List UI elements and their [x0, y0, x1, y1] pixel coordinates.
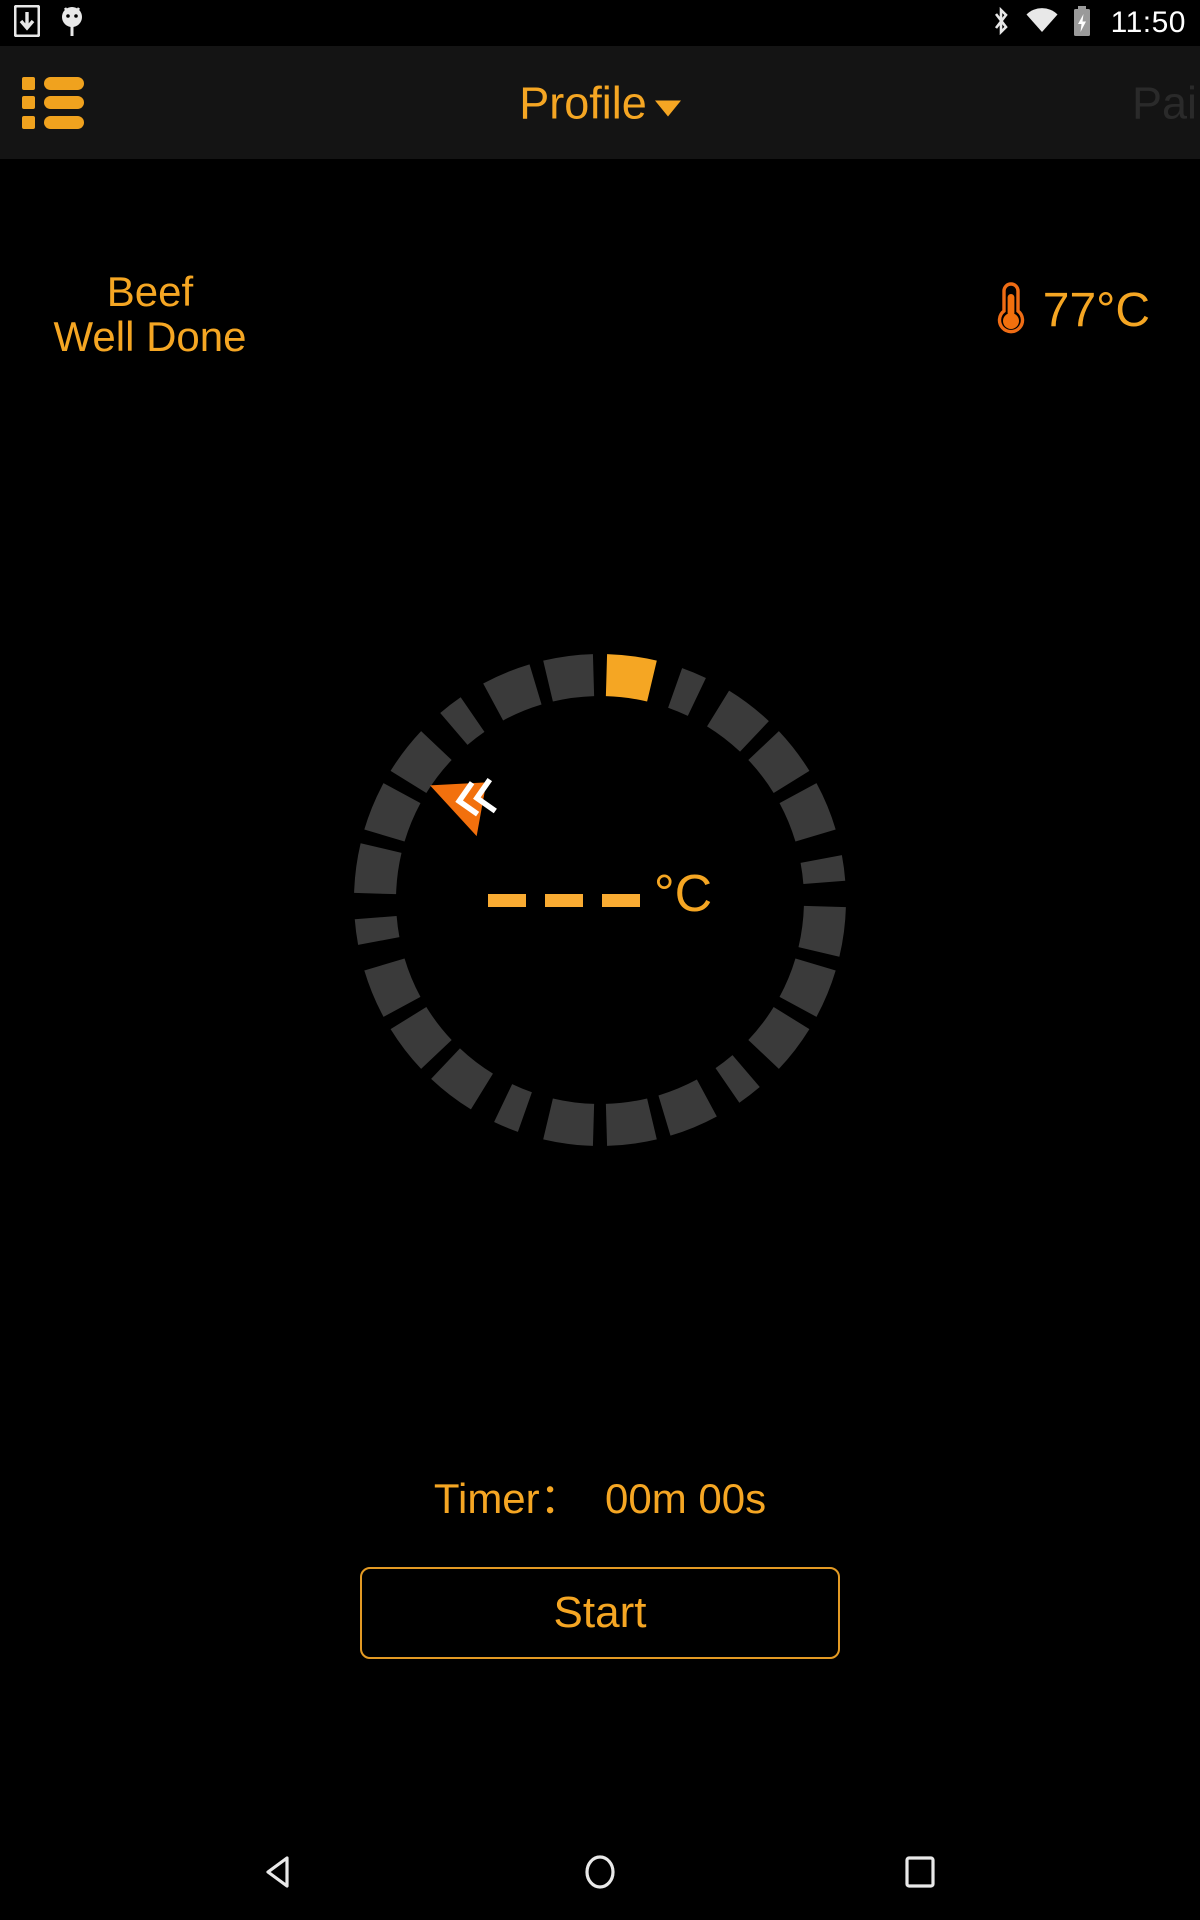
- gauge-segment: [748, 1007, 810, 1069]
- temperature-gauge[interactable]: °C: [0, 590, 1200, 1210]
- app-bar: Profile Pair: [0, 46, 1200, 160]
- gauge-segment: [354, 916, 400, 945]
- battery-charging-icon: [1072, 5, 1092, 42]
- pair-button[interactable]: Pair: [1132, 80, 1200, 125]
- thermometer-icon: [991, 280, 1031, 341]
- android-nav-bar: [0, 1824, 1200, 1920]
- gauge-segment: [431, 1048, 493, 1110]
- gauge-segment: [364, 783, 421, 842]
- recents-square-icon[interactable]: [899, 1851, 941, 1893]
- gauge-segment: [779, 958, 836, 1017]
- profile-summary: Beef Well Done 77°C: [0, 268, 1200, 380]
- gauge-segment: [668, 668, 706, 716]
- timer-row: Timer： 00m 00s: [0, 1478, 1200, 1520]
- profile-doneness-label: Well Done: [53, 312, 247, 360]
- target-temperature-value: 77°C: [1042, 283, 1150, 337]
- gauge-segment: [390, 1007, 452, 1069]
- gauge-segment: [658, 1079, 717, 1136]
- gauge-segment: [543, 1098, 595, 1146]
- gauge-segment: [543, 654, 595, 702]
- target-temperature: 77°C: [991, 280, 1150, 341]
- home-circle-icon[interactable]: [579, 1851, 621, 1893]
- gauge-segment: [440, 697, 485, 745]
- selected-profile[interactable]: Beef Well Done: [20, 268, 280, 360]
- gauge-segment: [364, 958, 421, 1017]
- status-bar-left-icons: [13, 4, 86, 42]
- gauge-segment: [798, 905, 846, 957]
- status-bar: 11:50: [0, 0, 1200, 46]
- chevron-down-icon: [654, 100, 681, 117]
- gauge-segment: [715, 1055, 760, 1103]
- gauge-segment: [494, 1084, 532, 1132]
- wifi-icon: [1025, 5, 1059, 42]
- gauge-segment: [605, 1098, 657, 1146]
- back-triangle-icon[interactable]: [259, 1851, 301, 1893]
- gauge-active-segment: [605, 654, 657, 702]
- gauge-ring: [354, 654, 846, 1146]
- timer-label: Timer：: [433, 1475, 582, 1522]
- gauge-segment: [390, 731, 452, 793]
- gauge-segment: [779, 783, 836, 842]
- timer-value: 00m 00s: [605, 1475, 767, 1522]
- android-debug-icon: [58, 5, 86, 42]
- download-icon: [13, 4, 41, 42]
- status-bar-right-icons: 11:50: [990, 5, 1186, 42]
- bluetooth-icon: [990, 5, 1012, 42]
- gauge-segment: [354, 843, 402, 895]
- gauge-segment: [748, 731, 810, 793]
- gauge-segment: [707, 690, 769, 752]
- profile-meat-label: Beef: [106, 268, 194, 315]
- page-title-dropdown[interactable]: Profile: [0, 80, 1200, 125]
- page-title: Profile: [519, 77, 647, 128]
- gauge-segment: [483, 664, 542, 721]
- status-bar-clock: 11:50: [1110, 6, 1186, 39]
- app-screen: 11:50 Profile Pair Beef Well D: [0, 0, 1200, 1920]
- gauge-segment: [800, 855, 846, 884]
- start-button[interactable]: Start: [360, 1567, 840, 1659]
